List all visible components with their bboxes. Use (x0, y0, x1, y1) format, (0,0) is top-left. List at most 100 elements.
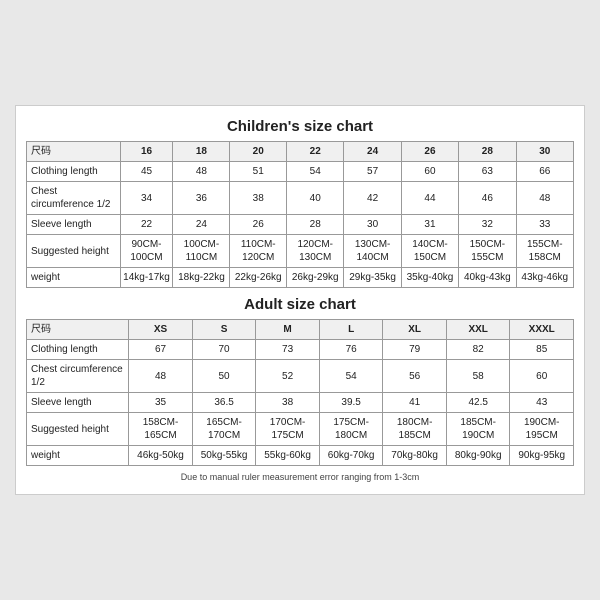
children-cell-3-1: 100CM-110CM (173, 235, 230, 268)
adult-cell-3-6: 190CM-195CM (510, 413, 574, 446)
adult-cell-0-6: 85 (510, 340, 574, 360)
adult-cell-2-2: 38 (256, 393, 320, 413)
adult-col-m: M (256, 320, 320, 340)
children-cell-4-1: 18kg-22kg (173, 268, 230, 288)
children-cell-0-1: 48 (173, 162, 230, 182)
children-col-24: 24 (344, 142, 401, 162)
adult-cell-2-6: 43 (510, 393, 574, 413)
adult-row-4: weight46kg-50kg50kg-55kg55kg-60kg60kg-70… (27, 446, 574, 466)
children-cell-2-6: 32 (459, 215, 516, 235)
children-cell-3-6: 150CM-155CM (459, 235, 516, 268)
children-cell-3-4: 130CM-140CM (344, 235, 401, 268)
children-col-30: 30 (516, 142, 573, 162)
children-table: 尺码 16 18 20 22 24 26 28 30 Clothing leng… (26, 141, 574, 288)
adult-cell-3-3: 175CM-180CM (319, 413, 383, 446)
children-cell-3-0: 90CM-100CM (120, 235, 173, 268)
adult-row-1: Chest circumference 1/248505254565860 (27, 360, 574, 393)
adult-header-row: 尺码 XS S M L XL XXL XXXL (27, 320, 574, 340)
children-cell-4-0: 14kg-17kg (120, 268, 173, 288)
children-cell-1-7: 48 (516, 182, 573, 215)
children-cell-1-3: 40 (287, 182, 344, 215)
adult-row-3: Suggested height158CM-165CM165CM-170CM17… (27, 413, 574, 446)
children-row-label-0: Clothing length (27, 162, 121, 182)
children-cell-1-0: 34 (120, 182, 173, 215)
children-row-label-2: Sleeve length (27, 215, 121, 235)
measurement-note: Due to manual ruler measurement error ra… (26, 472, 574, 482)
adult-cell-3-2: 170CM-175CM (256, 413, 320, 446)
children-col-26: 26 (401, 142, 458, 162)
children-cell-3-5: 140CM-150CM (401, 235, 458, 268)
children-cell-0-4: 57 (344, 162, 401, 182)
children-row-2: Sleeve length2224262830313233 (27, 215, 574, 235)
children-cell-4-2: 22kg-26kg (230, 268, 287, 288)
adult-cell-0-4: 79 (383, 340, 447, 360)
children-header-row: 尺码 16 18 20 22 24 26 28 30 (27, 142, 574, 162)
adult-chart-title: Adult size chart (26, 296, 574, 313)
adult-cell-2-0: 35 (129, 393, 193, 413)
children-cell-2-4: 30 (344, 215, 401, 235)
adult-cell-0-0: 67 (129, 340, 193, 360)
adult-cell-4-4: 70kg-80kg (383, 446, 447, 466)
adult-cell-4-6: 90kg-95kg (510, 446, 574, 466)
children-cell-1-2: 38 (230, 182, 287, 215)
children-cell-1-6: 46 (459, 182, 516, 215)
adult-cell-2-1: 36.5 (192, 393, 256, 413)
adult-cell-3-5: 185CM-190CM (446, 413, 510, 446)
adult-cell-1-5: 58 (446, 360, 510, 393)
adult-cell-0-5: 82 (446, 340, 510, 360)
children-cell-3-3: 120CM-130CM (287, 235, 344, 268)
children-cell-4-4: 29kg-35kg (344, 268, 401, 288)
adult-cell-1-1: 50 (192, 360, 256, 393)
adult-cell-4-5: 80kg-90kg (446, 446, 510, 466)
adult-row-label-2: Sleeve length (27, 393, 129, 413)
children-row-4: weight14kg-17kg18kg-22kg22kg-26kg26kg-29… (27, 268, 574, 288)
adult-cell-4-2: 55kg-60kg (256, 446, 320, 466)
adult-cell-2-4: 41 (383, 393, 447, 413)
children-cell-2-5: 31 (401, 215, 458, 235)
children-row-label-3: Suggested height (27, 235, 121, 268)
adult-cell-1-0: 48 (129, 360, 193, 393)
children-cell-1-5: 44 (401, 182, 458, 215)
adult-cell-0-3: 76 (319, 340, 383, 360)
adult-cell-1-4: 56 (383, 360, 447, 393)
adult-cell-2-3: 39.5 (319, 393, 383, 413)
children-cell-3-2: 110CM-120CM (230, 235, 287, 268)
children-cell-2-2: 26 (230, 215, 287, 235)
children-cell-2-1: 24 (173, 215, 230, 235)
adult-row-label-1: Chest circumference 1/2 (27, 360, 129, 393)
adult-cell-3-1: 165CM-170CM (192, 413, 256, 446)
adult-cell-2-5: 42.5 (446, 393, 510, 413)
children-cell-4-6: 40kg-43kg (459, 268, 516, 288)
children-chart-title: Children's size chart (26, 118, 574, 135)
adult-cell-3-0: 158CM-165CM (129, 413, 193, 446)
children-cell-0-0: 45 (120, 162, 173, 182)
size-chart-container: Children's size chart 尺码 16 18 20 22 24 … (15, 105, 585, 495)
children-cell-0-5: 60 (401, 162, 458, 182)
adult-col-xl: XL (383, 320, 447, 340)
children-cell-0-7: 66 (516, 162, 573, 182)
adult-col-label: 尺码 (27, 320, 129, 340)
children-cell-4-3: 26kg-29kg (287, 268, 344, 288)
adult-row-2: Sleeve length3536.53839.54142.543 (27, 393, 574, 413)
children-col-28: 28 (459, 142, 516, 162)
children-col-18: 18 (173, 142, 230, 162)
adult-cell-0-2: 73 (256, 340, 320, 360)
adult-cell-0-1: 70 (192, 340, 256, 360)
children-cell-4-5: 35kg-40kg (401, 268, 458, 288)
adult-row-0: Clothing length67707376798285 (27, 340, 574, 360)
children-cell-3-7: 155CM-158CM (516, 235, 573, 268)
children-col-label: 尺码 (27, 142, 121, 162)
adult-row-label-3: Suggested height (27, 413, 129, 446)
children-cell-2-7: 33 (516, 215, 573, 235)
adult-col-xxxl: XXXL (510, 320, 574, 340)
children-cell-0-6: 63 (459, 162, 516, 182)
children-row-label-1: Chest circumference 1/2 (27, 182, 121, 215)
children-cell-2-0: 22 (120, 215, 173, 235)
adult-col-xs: XS (129, 320, 193, 340)
children-col-22: 22 (287, 142, 344, 162)
adult-cell-3-4: 180CM-185CM (383, 413, 447, 446)
children-row-label-4: weight (27, 268, 121, 288)
adult-cell-4-3: 60kg-70kg (319, 446, 383, 466)
adult-cell-1-6: 60 (510, 360, 574, 393)
adult-col-l: L (319, 320, 383, 340)
